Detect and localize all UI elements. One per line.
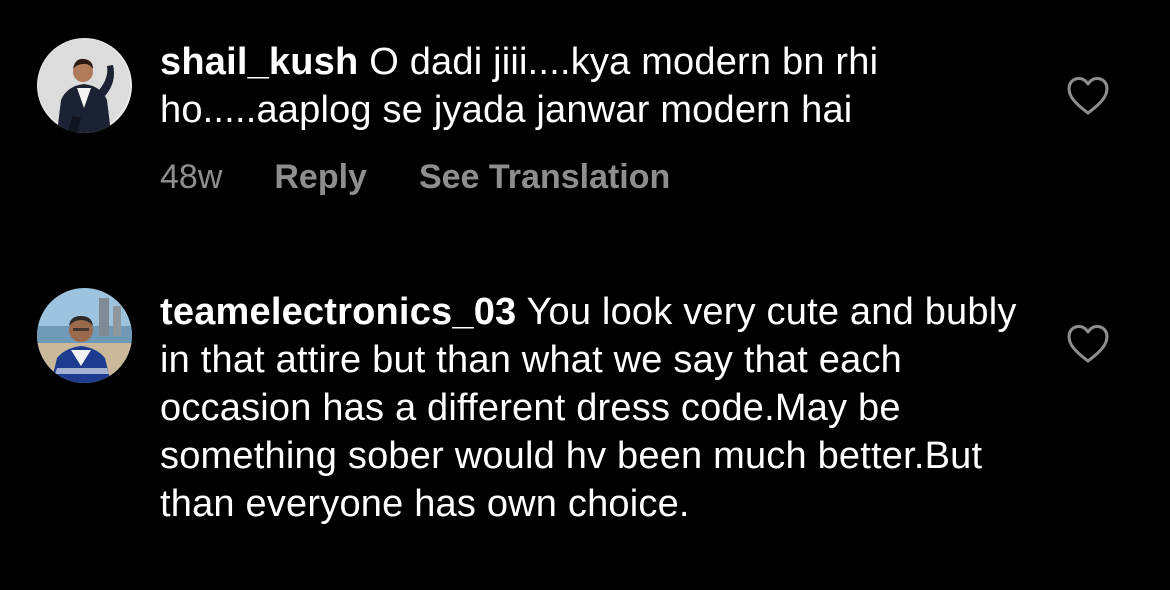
comment-meta: 48w Reply See Translation	[160, 158, 722, 197]
comment-text-block: shail_kush O dadi jiii....kya modern bn …	[160, 38, 1020, 134]
heart-outline-icon[interactable]	[1066, 324, 1110, 364]
avatar[interactable]	[37, 288, 132, 383]
see-translation-button[interactable]: See Translation	[419, 158, 670, 197]
heart-outline-icon[interactable]	[1066, 76, 1110, 116]
comment-username[interactable]: shail_kush	[160, 41, 358, 83]
reply-button[interactable]: Reply	[274, 158, 367, 197]
comment-text-block: teamelectronics_03 You look very cute an…	[160, 288, 1020, 528]
avatar[interactable]	[37, 38, 132, 133]
comment-username[interactable]: teamelectronics_03	[160, 291, 516, 333]
avatar-image	[37, 38, 132, 133]
avatar-image	[37, 288, 132, 383]
comment-time: 48w	[160, 158, 223, 196]
